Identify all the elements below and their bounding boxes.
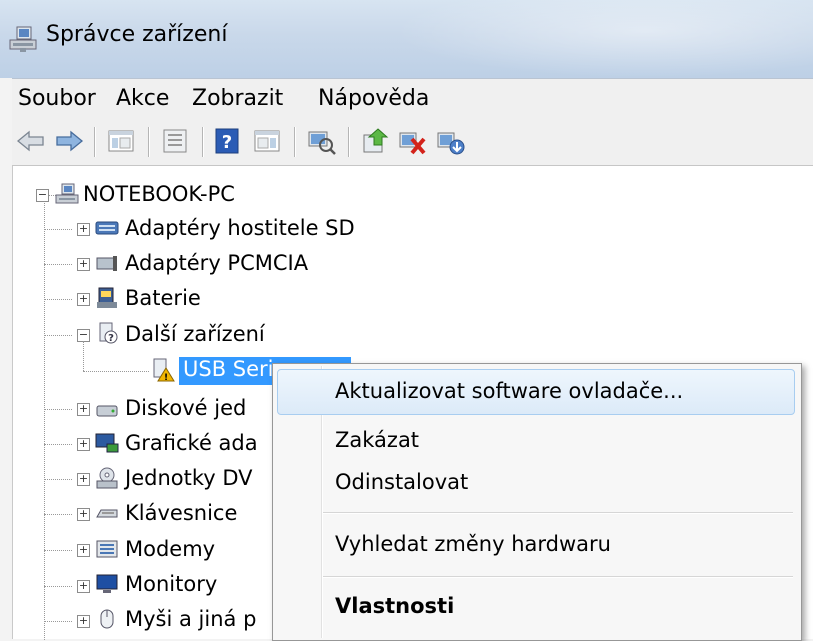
tree-item-modems[interactable]: Modemy (125, 537, 215, 561)
tree-line (44, 335, 72, 336)
menu-item-uninstall[interactable]: Odinstalovat (335, 470, 468, 494)
tree-item-monitors[interactable]: Monitory (125, 572, 217, 596)
expander-mouse[interactable]: + (77, 615, 90, 628)
menu-item-properties[interactable]: Vlastnosti (335, 594, 454, 618)
menu-soubor[interactable]: Soubor (18, 86, 96, 111)
tree-line (44, 409, 72, 410)
svg-text:!: ! (164, 373, 168, 382)
tree-item-sd-adapters[interactable]: Adaptéry hostitele SD (125, 216, 355, 240)
tree-line (44, 444, 72, 445)
expander-dvd[interactable]: + (77, 473, 90, 486)
menu-zobrazit[interactable]: Zobrazit (192, 86, 283, 111)
expander-monitor[interactable]: + (77, 580, 90, 593)
enable-icon[interactable] (434, 125, 468, 157)
sd-host-adapter-icon (95, 221, 119, 235)
tree-root-label[interactable]: NOTEBOOK-PC (83, 182, 235, 206)
tree-item-battery[interactable]: Baterie (125, 286, 201, 310)
context-menu-separator (323, 576, 793, 578)
tree-line (44, 192, 45, 640)
expander-display[interactable]: + (77, 438, 90, 451)
expander-modem[interactable]: + (77, 544, 90, 557)
update-driver-icon[interactable] (358, 125, 392, 157)
device-manager-icon (9, 26, 37, 52)
modem-icon (96, 540, 118, 558)
context-menu-separator (323, 512, 793, 514)
menu-akce[interactable]: Akce (116, 86, 169, 111)
toolbar-separator (94, 127, 96, 157)
toolbar-separator (148, 127, 150, 157)
tree-item-mice[interactable]: Myši a jiná p (125, 607, 256, 631)
dvd-drive-icon (96, 467, 118, 489)
pcmcia-adapter-icon (96, 256, 117, 271)
title-bar-glass (393, 0, 813, 78)
tree-line (83, 371, 149, 372)
expander-battery[interactable]: + (77, 293, 90, 306)
expander-disk[interactable]: + (77, 403, 90, 416)
properties-icon[interactable] (158, 125, 192, 157)
title-bar: Správce zařízení (0, 0, 813, 78)
toolbar-separator (294, 127, 296, 157)
tree-line (44, 621, 72, 622)
expander-keyboard[interactable]: + (77, 508, 90, 521)
tree-item-display-adapters[interactable]: Grafické ada (125, 431, 258, 455)
menu-item-disable[interactable]: Zakázat (335, 428, 419, 452)
toolbar-separator (202, 127, 204, 157)
show-hide-tree-icon[interactable] (104, 125, 138, 157)
tree-line (44, 550, 72, 551)
tree-line (44, 229, 72, 230)
tree-line (44, 586, 72, 587)
help-icon[interactable]: ? (210, 125, 244, 157)
disk-drive-icon (96, 405, 118, 417)
tree-item-other-devices[interactable]: Další zařízení (125, 322, 265, 346)
battery-icon (97, 287, 117, 308)
forward-arrow-icon[interactable] (52, 125, 86, 157)
tree-line (83, 341, 84, 371)
uninstall-icon[interactable] (396, 125, 430, 157)
menu-napoveda[interactable]: Nápověda (318, 86, 429, 111)
tree-item-keyboards[interactable]: Klávesnice (125, 501, 237, 525)
tree-item-pcmcia[interactable]: Adaptéry PCMCIA (125, 251, 308, 275)
toolbar-separator (348, 127, 350, 157)
computer-icon (55, 183, 79, 204)
mouse-icon (100, 609, 114, 629)
tree-line (44, 299, 72, 300)
tree-item-disk-drives[interactable]: Diskové jed (125, 396, 246, 420)
action-pane-icon[interactable] (250, 125, 284, 157)
menu-item-scan-hardware[interactable]: Vyhledat změny hardwaru (335, 532, 611, 556)
unknown-device-warning-icon: ! (153, 358, 175, 382)
context-menu: Aktualizovat software ovladače... Zakáza… (272, 363, 802, 641)
expander-sd[interactable]: + (77, 223, 90, 236)
svg-text:?: ? (108, 333, 114, 344)
scan-hardware-icon[interactable] (304, 125, 338, 157)
svg-text:?: ? (222, 132, 232, 153)
toolbar: ? (12, 119, 813, 166)
window-title: Správce zařízení (46, 22, 228, 47)
display-adapter-icon (95, 433, 119, 453)
tree-line (44, 479, 72, 480)
root-expander[interactable]: − (36, 189, 49, 202)
tree-line (44, 264, 72, 265)
monitor-icon (96, 574, 118, 593)
expander-pcmcia[interactable]: + (77, 258, 90, 271)
tree-line (44, 514, 72, 515)
menu-bar: Soubor Akce Zobrazit Nápověda (12, 78, 813, 120)
tree-item-dvd-drives[interactable]: Jednotky DV (125, 466, 253, 490)
menu-item-update-driver[interactable]: Aktualizovat software ovladače... (335, 379, 683, 403)
other-devices-icon: ? (99, 322, 118, 344)
keyboard-icon (96, 509, 118, 518)
back-arrow-icon[interactable] (14, 125, 48, 157)
